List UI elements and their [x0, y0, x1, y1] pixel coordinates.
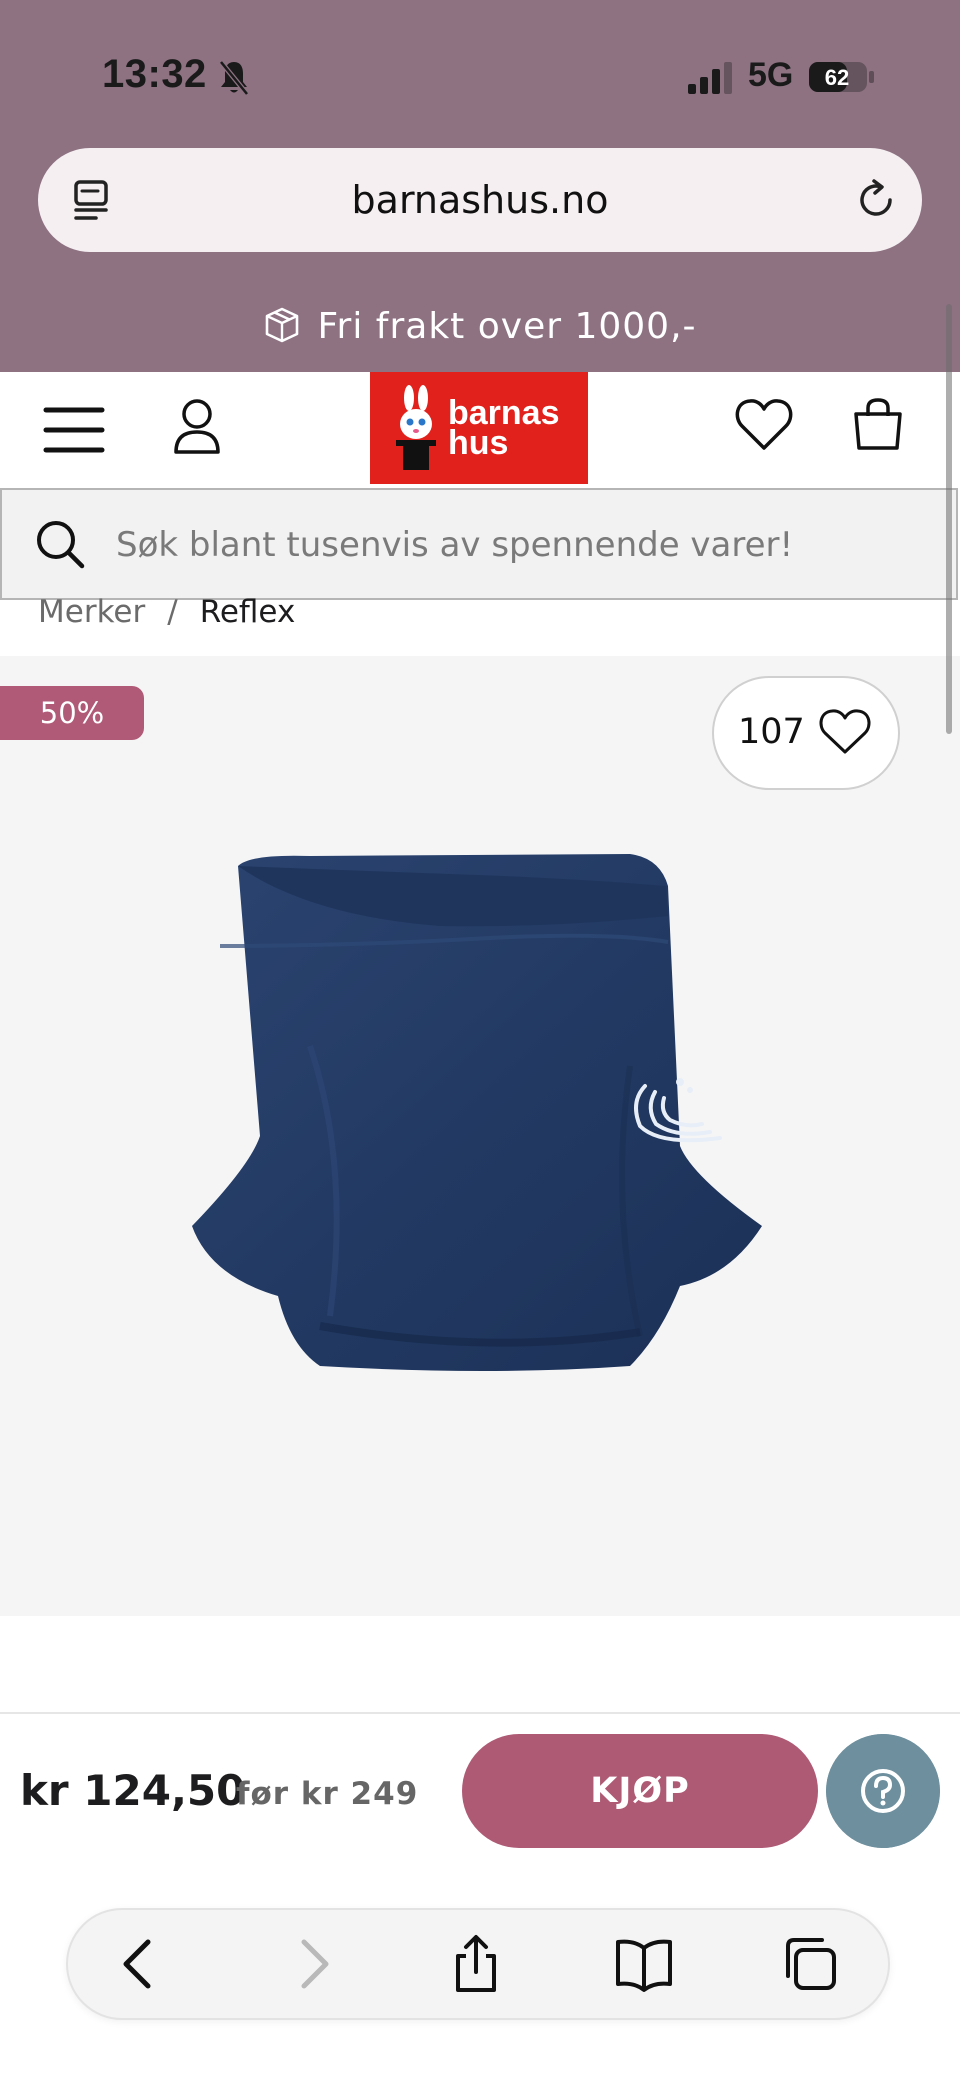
share-icon[interactable]	[446, 1934, 506, 1994]
rabbit-hat-logo-icon	[396, 385, 436, 470]
book-icon[interactable]	[614, 1934, 674, 1994]
status-time: 13:32	[102, 52, 207, 96]
promo-banner: Fri frakt over 1000,-	[0, 306, 960, 347]
question-icon[interactable]	[826, 1734, 940, 1848]
package-icon	[266, 307, 299, 343]
breadcrumb-separator: /	[167, 594, 178, 630]
breadcrumb-item-reflex[interactable]: Reflex	[200, 594, 296, 630]
chevron-left-icon[interactable]	[110, 1934, 170, 1994]
search-icon[interactable]	[34, 518, 86, 570]
url-text[interactable]: barnashus.no	[0, 178, 960, 222]
heart-icon[interactable]	[818, 706, 872, 756]
bag-icon[interactable]	[852, 396, 904, 452]
tabs-overview-icon[interactable]	[780, 1934, 840, 1994]
scrollbar[interactable]	[946, 304, 952, 734]
logo-line-2: hus	[448, 424, 509, 462]
bell-slash-icon	[219, 60, 249, 96]
battery-level: 62	[825, 65, 849, 90]
reload-icon[interactable]	[854, 178, 898, 222]
logo-wordmark: barnas hus	[448, 396, 560, 462]
old-price: før kr 249	[236, 1776, 419, 1812]
favorite-count[interactable]: 107	[738, 712, 805, 752]
breadcrumb-item-merker[interactable]: Merker	[38, 594, 145, 630]
menu-icon[interactable]	[42, 404, 106, 456]
chevron-right-icon[interactable]	[282, 1934, 342, 1994]
section-divider	[0, 1712, 960, 1714]
user-icon[interactable]	[170, 396, 224, 456]
heart-icon[interactable]	[734, 396, 794, 452]
breadcrumb: Merker / Reflex	[38, 594, 295, 630]
search-input[interactable]	[116, 520, 916, 570]
product-image-swim-diaper	[192, 854, 762, 1371]
battery-icon: 62	[809, 62, 874, 92]
current-price: kr 124,50	[20, 1766, 246, 1815]
promo-text: Fri frakt over 1000,-	[317, 306, 697, 347]
buy-button[interactable]: KJØP	[462, 1734, 818, 1848]
network-type: 5G	[748, 56, 794, 94]
discount-badge: 50%	[0, 686, 144, 740]
signal-icon	[688, 62, 732, 94]
